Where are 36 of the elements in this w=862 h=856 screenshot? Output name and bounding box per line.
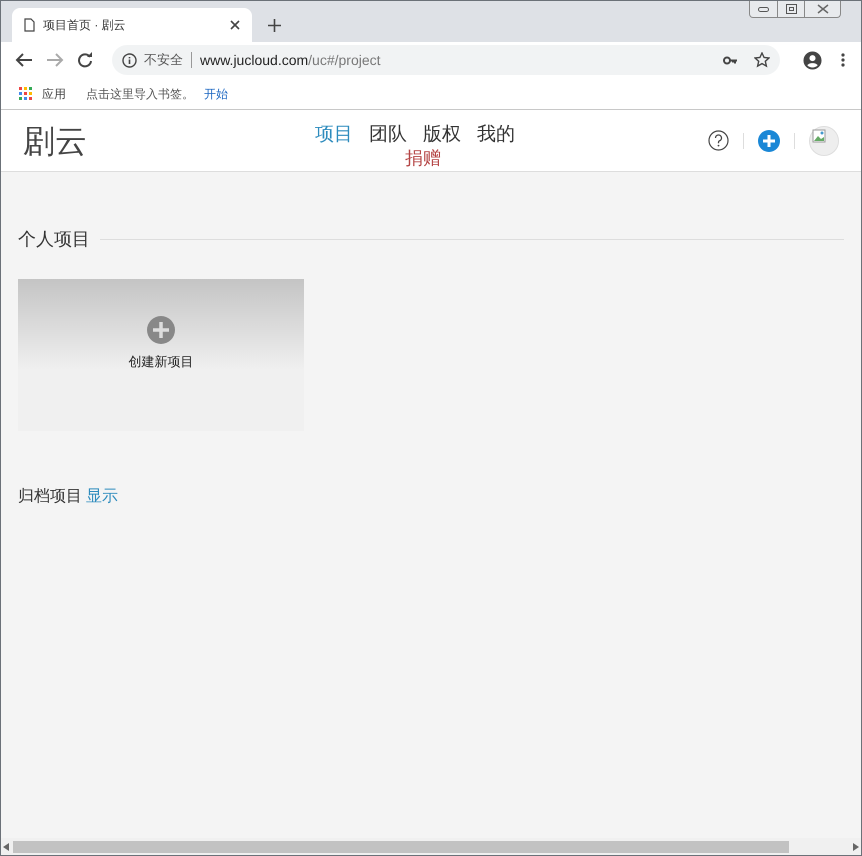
browser-tab[interactable]: 项目首页 · 剧云	[12, 8, 252, 42]
apps-bookmark[interactable]: 应用	[19, 84, 66, 102]
security-label: 不安全	[144, 51, 183, 70]
info-icon	[122, 52, 137, 68]
logo[interactable]: 剧云	[23, 116, 303, 164]
section-heading: 个人项目	[18, 228, 90, 251]
scroll-left-icon[interactable]	[3, 842, 9, 850]
page-icon	[24, 18, 35, 32]
tab-title: 项目首页 · 剧云	[43, 17, 127, 34]
nav-tab[interactable]: 项目	[309, 122, 359, 148]
reload-icon[interactable]	[77, 52, 93, 68]
nav-tab[interactable]: 版权	[417, 122, 467, 148]
plus-icon	[147, 316, 175, 344]
horizontal-scrollbar[interactable]	[1, 838, 861, 855]
menu-icon[interactable]	[841, 53, 845, 67]
nav-tab[interactable]: 我的	[471, 122, 521, 148]
star-icon[interactable]	[754, 52, 770, 68]
apps-icon	[19, 87, 32, 100]
profile-icon[interactable]	[803, 50, 822, 70]
bookmark-hint: 点击这里导入书签。	[86, 86, 194, 102]
new-tab-icon[interactable]	[268, 19, 281, 32]
url-host: www.jucloud.com	[200, 52, 308, 68]
url-path: /uc#/project	[308, 52, 381, 68]
add-icon[interactable]	[758, 130, 780, 152]
create-project-card[interactable]: 创建新项目	[18, 279, 304, 431]
key-icon[interactable]	[723, 56, 738, 64]
close-icon[interactable]	[230, 20, 240, 30]
avatar[interactable]	[809, 126, 839, 156]
back-icon[interactable]	[15, 52, 33, 68]
nav-tab[interactable]: 团队	[363, 122, 413, 148]
archive-label: 归档项目	[18, 486, 82, 507]
help-icon[interactable]	[708, 130, 729, 151]
address-bar[interactable]: 不安全 www.jucloud.com/uc#/project	[112, 45, 780, 75]
donate-link[interactable]: 捐赠	[405, 148, 521, 168]
scroll-right-icon[interactable]	[853, 842, 859, 850]
start-link[interactable]: 开始	[204, 84, 228, 102]
